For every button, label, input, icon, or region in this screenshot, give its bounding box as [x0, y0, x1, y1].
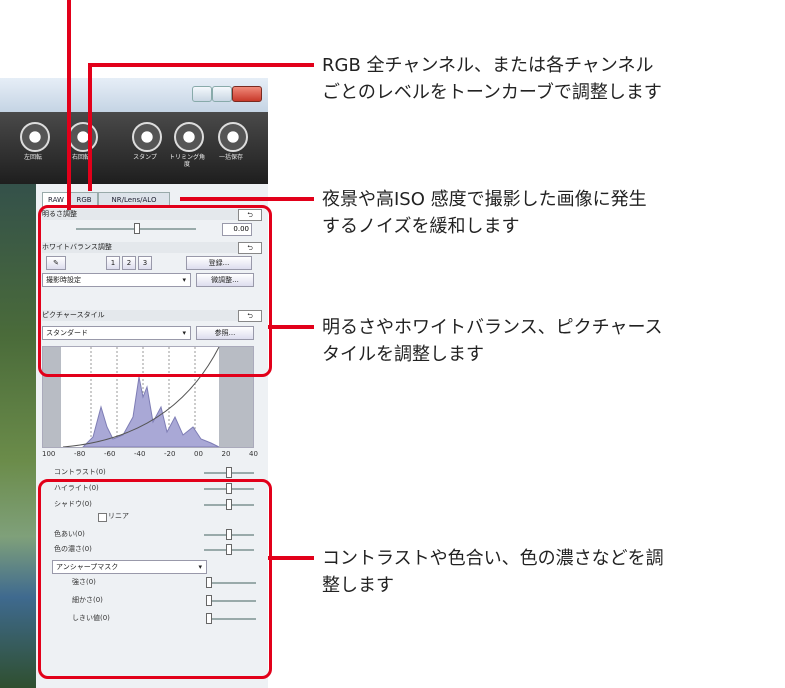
photo-preview[interactable]	[0, 184, 36, 688]
callout-line-rgb	[88, 63, 314, 67]
annotation-noise-line2: するノイズを緩和します	[322, 216, 520, 237]
axis-tick: 100	[42, 450, 56, 458]
trim-icon[interactable]	[174, 122, 204, 152]
axis-tick: 00	[194, 450, 203, 458]
toolbar: 左回転 右回転 スタンプ トリミング角度 一括保存	[0, 112, 268, 184]
contrast-label: コントラスト(0)	[54, 468, 106, 476]
axis-tick: 40	[249, 450, 258, 458]
minimize-button[interactable]	[192, 86, 212, 102]
annotation-noise: 夜景や高ISO 感度で撮影した画像に発生 するノイズを緩和します	[322, 186, 647, 240]
axis-tick: -60	[103, 450, 116, 458]
callout-line-contrast	[268, 556, 314, 560]
rotate-right-icon[interactable]	[68, 122, 98, 152]
axis-tick: -80	[73, 450, 86, 458]
axis-tick: -40	[133, 450, 146, 458]
tool-label-stamp: スタンプ	[133, 154, 157, 161]
contrast-slider-knob[interactable]	[226, 467, 232, 478]
callout-line-brightness	[268, 325, 314, 329]
annotation-contrast-line1: コントラストや色合い、色の濃さなどを調	[322, 548, 664, 569]
callout-line-tone-curve	[67, 0, 71, 210]
maximize-button[interactable]	[212, 86, 232, 102]
tool-label-trim: トリミング角度	[168, 154, 205, 168]
annotation-contrast-line2: 整します	[322, 575, 394, 596]
window-titlebar	[0, 78, 268, 112]
tool-label-rotate-left: 左回転	[23, 154, 42, 161]
annotation-contrast: コントラストや色合い、色の濃さなどを調 整します	[322, 545, 664, 599]
callout-line-noise	[180, 197, 314, 201]
axis-tick: 20	[221, 450, 231, 458]
annotation-rgb-line2: ごとのレベルをトーンカーブで調整します	[322, 82, 662, 103]
close-button[interactable]	[232, 86, 262, 102]
annotation-brightness-line2: タイルを調整します	[322, 344, 484, 365]
highlight-box-contrast	[38, 479, 272, 679]
stamp-icon[interactable]	[132, 122, 162, 152]
highlight-box-brightness	[38, 205, 272, 377]
callout-line-rgb-vertical	[88, 63, 92, 191]
annotation-rgb: RGB 全チャンネル、または各チャンネル ごとのレベルをトーンカーブで調整します	[322, 52, 662, 106]
annotation-rgb-line1: RGB 全チャンネル、または各チャンネル	[322, 55, 654, 76]
annotation-noise-line1: 夜景や高ISO 感度で撮影した画像に発生	[322, 189, 647, 210]
tool-label-batch-save: 一括保存	[218, 154, 243, 161]
histogram-axis: 100 -80 -60 -40 -20 00 20 40	[42, 450, 258, 459]
annotation-brightness-line1: 明るさやホワイトバランス、ピクチャース	[322, 317, 663, 338]
axis-tick: -20	[164, 450, 176, 458]
batch-save-icon[interactable]	[218, 122, 248, 152]
rotate-left-icon[interactable]	[20, 122, 50, 152]
annotation-brightness: 明るさやホワイトバランス、ピクチャース タイルを調整します	[322, 314, 663, 368]
